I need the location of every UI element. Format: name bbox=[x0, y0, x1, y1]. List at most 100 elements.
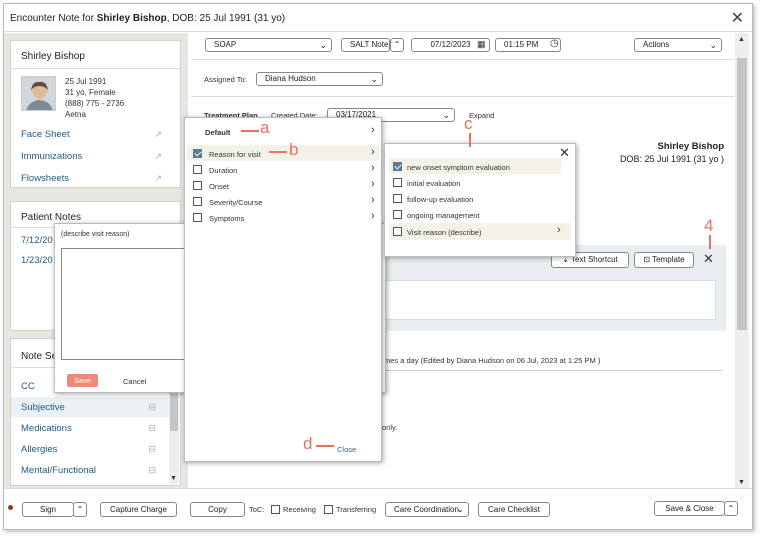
callout-d: d bbox=[303, 434, 313, 453]
save-close-button[interactable]: Save & Close bbox=[654, 501, 725, 516]
close-icon[interactable]: ✕ bbox=[703, 251, 714, 267]
menu-item-default[interactable]: Default bbox=[205, 128, 230, 137]
menu-item-duration[interactable]: Duration bbox=[209, 166, 237, 175]
visit-reason-describe-checkbox[interactable] bbox=[393, 227, 402, 236]
chevron-up-icon[interactable]: ⌃ bbox=[724, 501, 738, 516]
option-ongoing-management[interactable]: ongoing management bbox=[407, 211, 480, 220]
transferring-label: Transferring bbox=[336, 505, 377, 514]
option-follow-up[interactable]: follow-up evaluation bbox=[407, 195, 473, 204]
describe-panel-title: (describe visit reason) bbox=[61, 231, 130, 238]
chevron-right-icon[interactable]: › bbox=[371, 162, 375, 174]
patient-note-item[interactable]: 1/23/20 bbox=[21, 255, 53, 266]
header-patient-dob: DOB: 25 Jul 1991 (31 yo ) bbox=[619, 154, 724, 164]
chevron-right-icon[interactable]: › bbox=[371, 146, 375, 158]
option-new-onset[interactable]: new onset symptom evaluation bbox=[407, 163, 510, 172]
section-item-medications[interactable]: Medications bbox=[21, 423, 72, 434]
actions-select[interactable]: Actions ⌄ bbox=[634, 38, 722, 52]
option-initial-evaluation[interactable]: initial evaluation bbox=[407, 179, 460, 188]
main-scrollbar[interactable]: ▲ ▼ bbox=[735, 33, 749, 488]
chevron-up-icon[interactable]: ⌃ bbox=[73, 502, 87, 517]
section-text-area[interactable] bbox=[382, 280, 716, 320]
follow-up-checkbox[interactable] bbox=[393, 194, 402, 203]
menu-item-severity-course[interactable]: Severity/Course bbox=[209, 198, 262, 207]
clock-icon[interactable]: ◷ bbox=[550, 38, 559, 49]
encounter-window: Encounter Note for Shirley Bishop, DOB: … bbox=[3, 3, 753, 530]
immunizations-link[interactable]: Immunizations bbox=[21, 151, 82, 162]
patient-name: Shirley Bishop bbox=[21, 51, 85, 62]
chevron-right-icon[interactable]: › bbox=[371, 210, 375, 222]
collapse-icon[interactable]: ⊟ bbox=[148, 444, 156, 455]
toc-label: ToC: bbox=[249, 505, 265, 514]
onset-checkbox[interactable] bbox=[193, 181, 202, 190]
copy-button[interactable]: Copy bbox=[190, 502, 245, 517]
reason-options-menu: ✕ new onset symptom evaluation initial e… bbox=[384, 143, 576, 257]
patient-age-sex: 31 yo, Female bbox=[65, 88, 116, 97]
note-sections-title: Note Se bbox=[21, 351, 58, 362]
receiving-checkbox[interactable] bbox=[271, 505, 280, 514]
callout-c: c bbox=[464, 114, 473, 133]
save-button[interactable]: Save bbox=[67, 374, 98, 387]
initial-evaluation-checkbox[interactable] bbox=[393, 178, 402, 187]
section-item-cc[interactable]: CC bbox=[21, 381, 35, 392]
flowsheets-link[interactable]: Flowsheets bbox=[21, 173, 69, 184]
header-patient-name: Shirley Bishop bbox=[657, 141, 724, 152]
assigned-select[interactable]: Diana Hudson ⌄ bbox=[256, 72, 383, 86]
chevron-right-icon[interactable]: › bbox=[557, 224, 561, 236]
title-bar: Encounter Note for Shirley Bishop, DOB: … bbox=[4, 4, 752, 32]
chevron-right-icon[interactable]: › bbox=[371, 194, 375, 206]
new-onset-checkbox[interactable] bbox=[393, 162, 402, 171]
patient-insurance: Aetna bbox=[65, 110, 86, 119]
callout-4: 4 bbox=[704, 216, 714, 235]
external-link-icon[interactable]: ↗ bbox=[154, 151, 162, 162]
salt-note-select[interactable]: SALT Note bbox=[341, 38, 390, 52]
severity-course-checkbox[interactable] bbox=[193, 197, 202, 206]
chevron-up-icon[interactable]: ⌃ bbox=[390, 38, 404, 52]
note-type-select[interactable]: SOAP ⌄ bbox=[205, 38, 332, 52]
template-icon: ⊡ bbox=[643, 255, 653, 264]
transferring-checkbox[interactable] bbox=[324, 505, 333, 514]
receiving-label: Receiving bbox=[283, 505, 316, 514]
callout-a: a bbox=[260, 118, 270, 137]
status-dot bbox=[8, 505, 13, 510]
external-link-icon[interactable]: ↗ bbox=[154, 173, 162, 184]
chevron-right-icon[interactable]: › bbox=[371, 178, 375, 190]
sections-scrollbar[interactable]: ▼ bbox=[169, 379, 179, 484]
face-sheet-link[interactable]: Face Sheet bbox=[21, 129, 70, 140]
edit-history-text: mes a day (Edited by Diana Hudson on 06 … bbox=[384, 356, 601, 365]
sign-button[interactable]: Sign bbox=[22, 502, 74, 517]
external-link-icon[interactable]: ↗ bbox=[154, 129, 162, 140]
body-only-text: only. bbox=[382, 423, 398, 432]
collapse-icon[interactable]: ⊟ bbox=[148, 423, 156, 434]
window-title: Encounter Note for Shirley Bishop, DOB: … bbox=[10, 13, 286, 24]
section-item-subjective[interactable]: Subjective bbox=[21, 402, 65, 413]
ongoing-management-checkbox[interactable] bbox=[393, 210, 402, 219]
calendar-icon[interactable]: ▦ bbox=[477, 39, 486, 50]
assigned-label: Assigned To: bbox=[204, 75, 247, 84]
collapse-icon[interactable]: ⊟ bbox=[148, 465, 156, 476]
avatar bbox=[21, 76, 56, 111]
template-button[interactable]: ⊡ Template bbox=[634, 252, 694, 268]
reason-for-visit-checkbox[interactable] bbox=[193, 149, 202, 158]
patient-phone: (888) 775 - 2736 bbox=[65, 99, 125, 108]
duration-checkbox[interactable] bbox=[193, 165, 202, 174]
menu-item-reason-for-visit[interactable]: Reason for visit bbox=[209, 150, 261, 159]
collapse-icon[interactable]: ⊟ bbox=[148, 402, 156, 413]
menu-close-link[interactable]: Close bbox=[337, 445, 356, 454]
care-coordination-select[interactable]: Care Coordination ⌄ bbox=[385, 502, 469, 517]
symptoms-checkbox[interactable] bbox=[193, 213, 202, 222]
option-visit-reason-describe[interactable]: Visit reason (describe) bbox=[407, 228, 481, 237]
close-icon[interactable]: ✕ bbox=[731, 8, 744, 28]
chevron-right-icon[interactable]: › bbox=[371, 124, 375, 136]
patient-card: Shirley Bishop 25 Jul 1991 31 yo, Female… bbox=[10, 40, 181, 188]
callout-b: b bbox=[289, 140, 299, 159]
patient-note-item[interactable]: 7/12/20 bbox=[21, 235, 53, 246]
section-item-allergies[interactable]: Allergies bbox=[21, 444, 57, 455]
capture-charge-button[interactable]: Capture Charge bbox=[100, 502, 177, 517]
care-checklist-button[interactable]: Care Checklist bbox=[478, 502, 550, 517]
menu-item-symptoms[interactable]: Symptoms bbox=[209, 214, 244, 223]
defaults-menu: Default › Reason for visit › Duration › … bbox=[184, 117, 382, 462]
section-item-mental-functional[interactable]: Mental/Functional bbox=[21, 465, 96, 476]
menu-item-onset[interactable]: Onset bbox=[209, 182, 229, 191]
patient-notes-title: Patient Notes bbox=[21, 212, 82, 223]
cancel-button[interactable]: Cancel bbox=[123, 377, 146, 386]
